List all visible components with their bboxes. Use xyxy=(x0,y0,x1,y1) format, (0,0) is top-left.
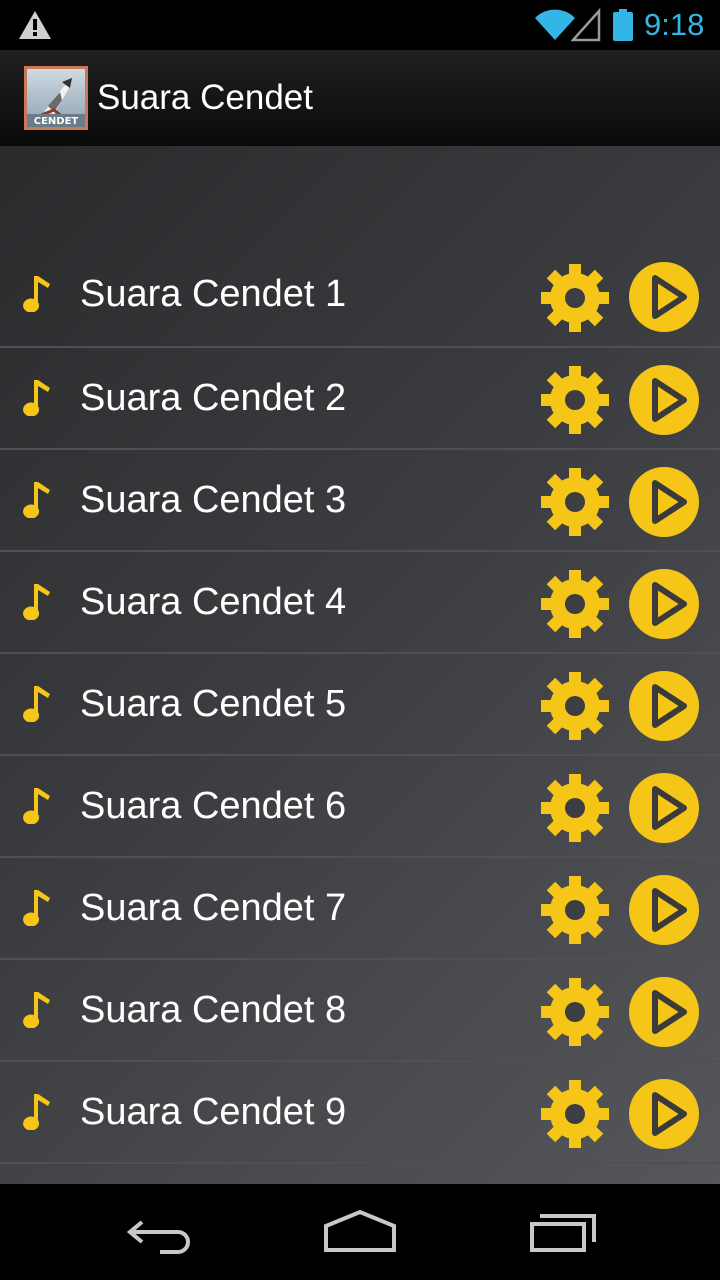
music-note-icon xyxy=(23,686,50,722)
play-icon[interactable] xyxy=(628,364,700,436)
gear-icon[interactable] xyxy=(538,771,612,845)
music-note-icon xyxy=(23,1094,50,1130)
music-note-icon xyxy=(23,890,50,926)
music-note-icon xyxy=(23,482,50,518)
gear-icon[interactable] xyxy=(538,975,612,1049)
gear-icon[interactable] xyxy=(538,873,612,947)
list-item-label: Suara Cendet 4 xyxy=(80,580,347,623)
home-icon[interactable] xyxy=(318,1206,402,1258)
warning-icon xyxy=(19,11,51,39)
gear-icon[interactable] xyxy=(538,261,612,335)
gear-icon[interactable] xyxy=(538,465,612,539)
music-note-icon xyxy=(23,276,50,312)
sound-list: Suara Cendet 1 Suara Cendet 2 Suara Cend… xyxy=(0,242,720,1164)
list-item-label: Suara Cendet 7 xyxy=(80,886,347,929)
list-item-label: Suara Cendet 3 xyxy=(80,478,347,521)
list-item-label: Suara Cendet 9 xyxy=(80,1090,347,1133)
list-item-label: Suara Cendet 8 xyxy=(80,988,347,1031)
list-item[interactable]: Suara Cendet 1 xyxy=(0,242,720,348)
app-logo-label: CENDET xyxy=(34,116,79,127)
content-area: Suara Cendet 1 Suara Cendet 2 Suara Cend… xyxy=(0,146,720,1184)
list-item[interactable]: Suara Cendet 8 xyxy=(0,960,720,1062)
music-note-icon xyxy=(23,788,50,824)
list-item-label: Suara Cendet 2 xyxy=(80,376,347,419)
action-bar: CENDET Suara Cendet xyxy=(0,50,720,146)
play-icon[interactable] xyxy=(628,1078,700,1150)
list-item-label: Suara Cendet 5 xyxy=(80,682,347,725)
music-note-icon xyxy=(23,584,50,620)
back-icon[interactable] xyxy=(120,1208,200,1258)
list-item[interactable]: Suara Cendet 5 xyxy=(0,654,720,756)
play-icon[interactable] xyxy=(628,261,700,333)
play-icon[interactable] xyxy=(628,976,700,1048)
music-note-icon xyxy=(23,992,50,1028)
list-item[interactable]: Suara Cendet 7 xyxy=(0,858,720,960)
play-icon[interactable] xyxy=(628,466,700,538)
list-item[interactable]: Suara Cendet 6 xyxy=(0,756,720,858)
status-time: 9:18 xyxy=(644,7,705,42)
list-item-label: Suara Cendet 6 xyxy=(80,784,347,827)
list-item[interactable]: Suara Cendet 2 xyxy=(0,348,720,450)
app-title: Suara Cendet xyxy=(97,78,313,117)
gear-icon[interactable] xyxy=(538,567,612,641)
recent-apps-icon[interactable] xyxy=(522,1204,602,1260)
play-icon[interactable] xyxy=(628,772,700,844)
battery-icon xyxy=(613,9,633,41)
gear-icon[interactable] xyxy=(538,669,612,743)
navigation-bar xyxy=(0,1184,720,1280)
list-item[interactable]: Suara Cendet 3 xyxy=(0,450,720,552)
status-bar: 9:18 xyxy=(0,0,720,50)
list-item[interactable]: Suara Cendet 4 xyxy=(0,552,720,654)
play-icon[interactable] xyxy=(628,670,700,742)
gear-icon[interactable] xyxy=(538,1077,612,1151)
list-item[interactable]: Suara Cendet 9 xyxy=(0,1062,720,1164)
list-item-label: Suara Cendet 1 xyxy=(80,272,347,315)
signal-icon xyxy=(571,8,601,42)
gear-icon[interactable] xyxy=(538,363,612,437)
app-logo-icon[interactable]: CENDET xyxy=(24,66,88,130)
play-icon[interactable] xyxy=(628,874,700,946)
music-note-icon xyxy=(23,380,50,416)
play-icon[interactable] xyxy=(628,568,700,640)
